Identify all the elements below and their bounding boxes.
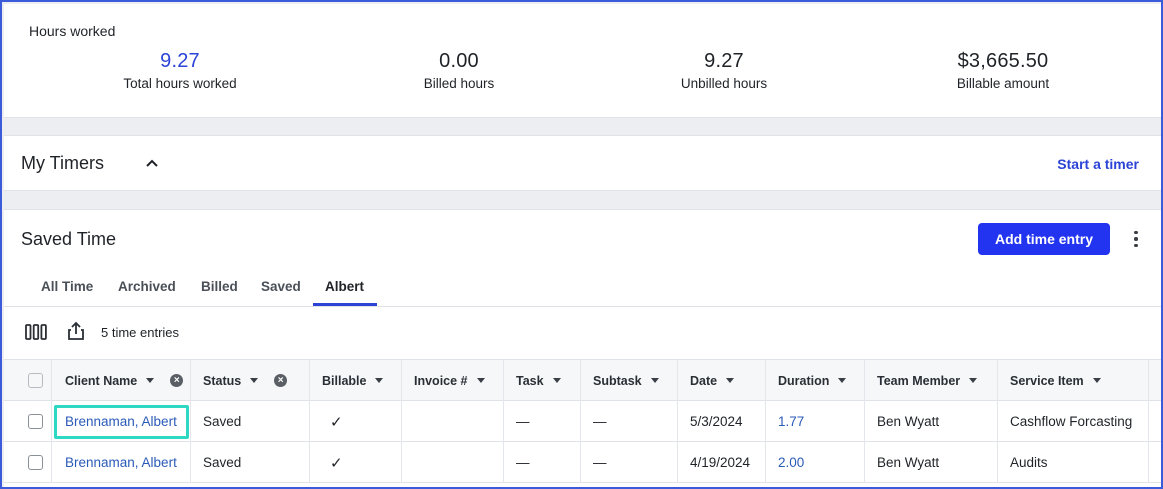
columns-icon[interactable] <box>25 323 49 341</box>
column-header-invoice[interactable]: Invoice # <box>402 360 504 401</box>
duration-link[interactable]: 1.77 <box>778 414 804 429</box>
column-header-duration[interactable]: Duration <box>766 360 865 401</box>
column-header-client-name[interactable]: Client Name × <box>52 360 191 401</box>
saved-time-tabs: All Time Archived Billed Saved Albert <box>4 266 1161 307</box>
hours-summary-card: Hours worked 9.27 Total hours worked 0.0… <box>4 4 1161 118</box>
column-header-date[interactable]: Date <box>678 360 766 401</box>
entries-count: 5 time entries <box>101 325 180 340</box>
column-header-team-member[interactable]: Team Member <box>865 360 998 401</box>
invoice-cell <box>402 442 504 483</box>
select-all-checkbox[interactable] <box>28 373 43 388</box>
sort-caret-icon[interactable] <box>375 378 384 383</box>
status-cell: Saved <box>191 401 310 442</box>
stat-label: Billable amount <box>956 76 1050 91</box>
billable-check-icon: ✓ <box>310 401 402 442</box>
column-header-billable[interactable]: Billable <box>310 360 402 401</box>
tab-all-time[interactable]: All Time <box>41 279 93 307</box>
table-row[interactable]: Brennaman, Albert Saved ✓ — — 4/19/2024 … <box>4 442 1161 483</box>
start-timer-link[interactable]: Start a timer <box>1057 156 1139 172</box>
column-label: Service Item <box>1010 373 1084 388</box>
clear-filter-icon[interactable]: × <box>170 374 184 387</box>
sort-caret-icon[interactable] <box>969 378 978 383</box>
column-label: Billable <box>322 373 367 388</box>
timers-title: My Timers <box>21 153 104 173</box>
timers-card: My Timers Start a timer <box>4 135 1161 191</box>
column-label: Duration <box>778 373 830 388</box>
task-cell: — <box>504 442 581 483</box>
billable-check-icon: ✓ <box>310 442 402 483</box>
stat-label: Unbilled hours <box>680 76 768 91</box>
sort-caret-icon[interactable] <box>1092 378 1101 383</box>
column-label: Team Member <box>877 373 961 388</box>
export-icon[interactable] <box>67 321 85 341</box>
sort-caret-icon[interactable] <box>650 378 659 383</box>
client-name-link[interactable]: Brennaman, Albert <box>65 455 177 470</box>
tab-billed[interactable]: Billed <box>201 279 238 307</box>
client-name-link[interactable]: Brennaman, Albert <box>65 414 177 429</box>
subtask-cell: — <box>581 442 678 483</box>
saved-time-title: Saved Time <box>21 229 117 249</box>
row-select-cell <box>4 442 52 483</box>
row-select-cell <box>4 401 52 442</box>
column-label: Date <box>690 373 718 388</box>
more-options-icon[interactable] <box>1128 227 1144 251</box>
summary-title: Hours worked <box>29 23 116 39</box>
stat-value: 9.27 <box>704 50 744 72</box>
column-header-service-item[interactable]: Service Item <box>998 360 1149 401</box>
app-frame: Hours worked 9.27 Total hours worked 0.0… <box>0 0 1163 489</box>
task-cell: — <box>504 401 581 442</box>
tab-archived[interactable]: Archived <box>118 279 176 307</box>
stat-label: Total hours worked <box>123 76 237 91</box>
clear-filter-icon[interactable]: × <box>274 374 288 387</box>
stat-value: 9.27 <box>160 50 200 72</box>
active-tab-indicator <box>313 303 377 306</box>
stat-unbilled-hours: 9.27 Unbilled hours <box>604 50 844 91</box>
team-member-cell: Ben Wyatt <box>865 442 998 483</box>
column-label: Task <box>516 373 544 388</box>
row-checkbox[interactable] <box>28 414 43 429</box>
duration-link[interactable]: 2.00 <box>778 455 804 470</box>
chevron-up-icon[interactable] <box>143 154 161 172</box>
duration-cell: 2.00 <box>766 442 865 483</box>
add-time-entry-button[interactable]: Add time entry <box>978 223 1110 255</box>
column-header-status[interactable]: Status × <box>191 360 310 401</box>
table-row[interactable]: Brennaman, Albert Saved ✓ — — 5/3/2024 1… <box>4 401 1161 442</box>
sort-caret-icon[interactable] <box>476 378 485 383</box>
stat-billed-hours: 0.00 Billed hours <box>339 50 579 91</box>
date-cell: 5/3/2024 <box>678 401 766 442</box>
sort-caret-icon[interactable] <box>726 378 735 383</box>
table-header: Client Name × Status × Billable Invoice # … <box>4 360 1161 401</box>
subtask-cell: — <box>581 401 678 442</box>
client-name-cell: Brennaman, Albert <box>52 401 191 442</box>
column-label: Status <box>203 373 242 388</box>
column-label: Client Name <box>65 373 138 388</box>
sort-caret-icon[interactable] <box>146 378 155 383</box>
stat-total-hours: 9.27 Total hours worked <box>60 50 300 91</box>
stat-value: 0.00 <box>439 50 479 72</box>
service-item-cell: Audits <box>998 442 1149 483</box>
saved-time-card: Saved Time Add time entry All Time Archi… <box>4 209 1161 487</box>
sort-caret-icon[interactable] <box>552 378 561 383</box>
duration-cell: 1.77 <box>766 401 865 442</box>
row-checkbox[interactable] <box>28 455 43 470</box>
date-cell: 4/19/2024 <box>678 442 766 483</box>
column-label: Invoice # <box>414 373 468 388</box>
column-label: Subtask <box>593 373 642 388</box>
sort-caret-icon[interactable] <box>838 378 847 383</box>
client-name-cell: Brennaman, Albert <box>52 442 191 483</box>
tab-saved[interactable]: Saved <box>261 279 301 307</box>
stat-value: $3,665.50 <box>957 50 1049 72</box>
status-cell: Saved <box>191 442 310 483</box>
team-member-cell: Ben Wyatt <box>865 401 998 442</box>
column-header-task[interactable]: Task <box>504 360 581 401</box>
sort-caret-icon[interactable] <box>250 378 259 383</box>
stat-label: Billed hours <box>423 76 495 91</box>
service-item-cell: Cashflow Forcasting <box>998 401 1149 442</box>
column-header-subtask[interactable]: Subtask <box>581 360 678 401</box>
select-all-cell <box>4 360 52 401</box>
stat-billable-amount: $3,665.50 Billable amount <box>883 50 1123 91</box>
invoice-cell <box>402 401 504 442</box>
table-toolbar: 5 time entries <box>4 307 1161 360</box>
